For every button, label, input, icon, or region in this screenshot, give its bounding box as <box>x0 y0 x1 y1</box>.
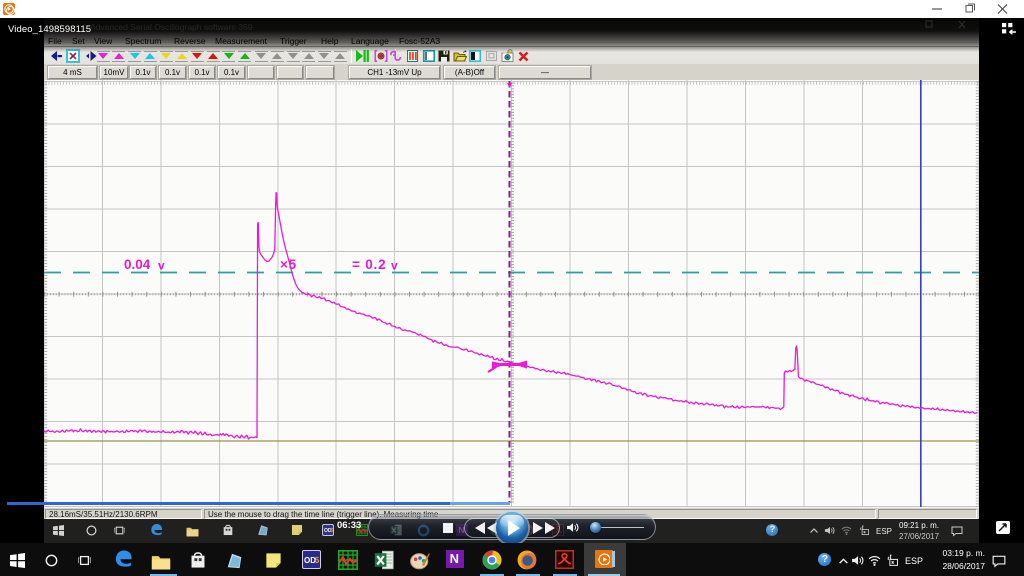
svg-text:= 0.2: = 0.2 <box>352 257 386 272</box>
svg-text:v: v <box>158 259 165 273</box>
svg-text:×5: ×5 <box>280 257 297 272</box>
svg-text:0.04: 0.04 <box>124 257 151 272</box>
svg-text:v: v <box>391 259 398 273</box>
